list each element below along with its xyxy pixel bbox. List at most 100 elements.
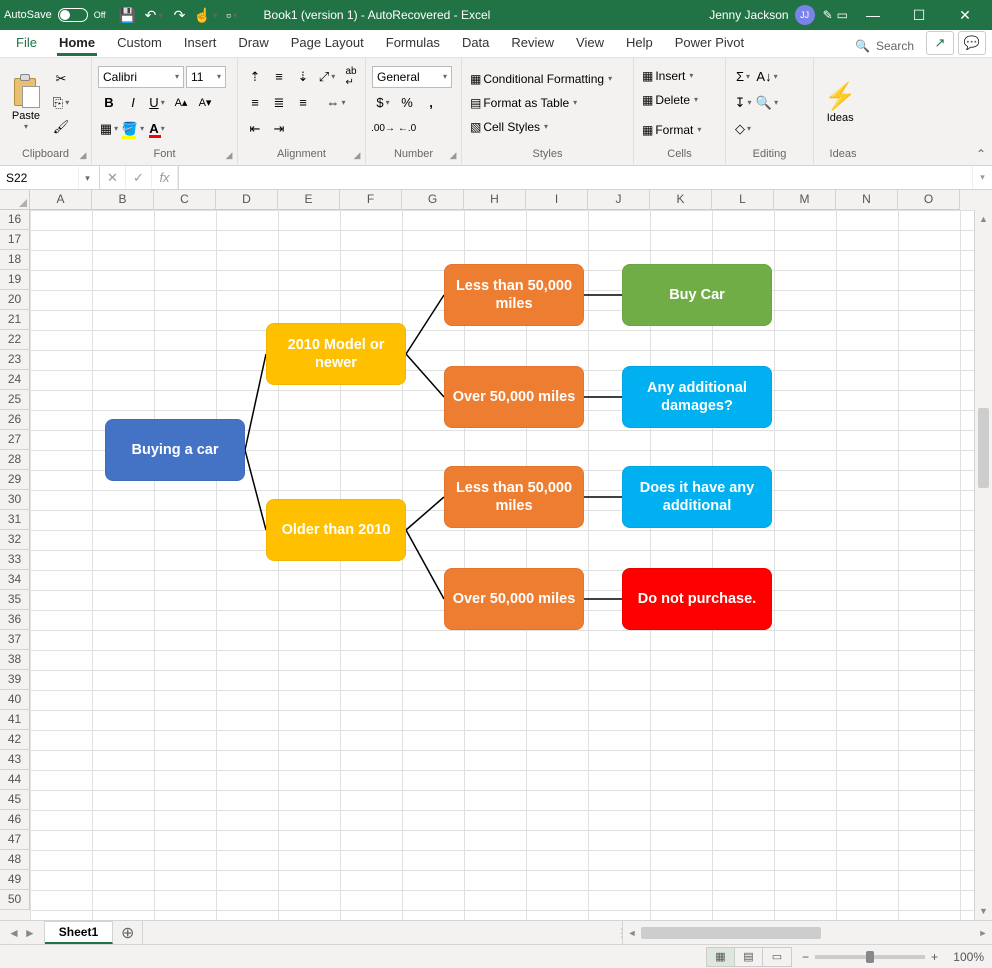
borders-icon[interactable]: ▦ (98, 118, 120, 140)
row-header-20[interactable]: 20 (0, 290, 30, 310)
column-header-E[interactable]: E (278, 190, 340, 210)
row-header-19[interactable]: 19 (0, 270, 30, 290)
vertical-scrollbar[interactable]: ▲ ▼ (974, 210, 992, 920)
column-header-M[interactable]: M (774, 190, 836, 210)
increase-font-icon[interactable]: A▴ (170, 92, 192, 114)
accounting-format-icon[interactable]: $ (372, 92, 394, 114)
tab-page-layout[interactable]: Page Layout (281, 30, 374, 57)
number-launcher-icon[interactable]: ◢ (447, 148, 459, 160)
flowchart-node-buy[interactable]: Buy Car (622, 264, 772, 326)
row-header-50[interactable]: 50 (0, 890, 30, 910)
flowchart-node-dmg[interactable]: Any additional damages? (622, 366, 772, 428)
column-header-L[interactable]: L (712, 190, 774, 210)
font-size-combo[interactable]: 11▾ (186, 66, 226, 88)
underline-icon[interactable]: U (146, 92, 168, 114)
tab-review[interactable]: Review (501, 30, 564, 57)
row-header-42[interactable]: 42 (0, 730, 30, 750)
tab-custom[interactable]: Custom (107, 30, 172, 57)
number-format-combo[interactable]: General▾ (372, 66, 452, 88)
hscroll-thumb[interactable] (641, 927, 821, 939)
align-left-icon[interactable]: ≡ (244, 92, 266, 114)
decrease-decimal-icon[interactable]: ←.0 (396, 118, 418, 140)
zoom-in-icon[interactable]: + (931, 950, 938, 964)
name-box-input[interactable] (0, 171, 78, 185)
comma-format-icon[interactable]: , (420, 92, 442, 114)
conditional-formatting-button[interactable]: ▦ Conditional Formatting (468, 70, 614, 88)
align-bottom-icon[interactable]: ⇣ (292, 66, 314, 88)
clipboard-launcher-icon[interactable]: ◢ (77, 148, 89, 160)
tab-home[interactable]: Home (49, 30, 105, 57)
align-top-icon[interactable]: ⇡ (244, 66, 266, 88)
column-header-A[interactable]: A (30, 190, 92, 210)
font-launcher-icon[interactable]: ◢ (223, 148, 235, 160)
scroll-up-icon[interactable]: ▲ (975, 210, 992, 228)
column-header-J[interactable]: J (588, 190, 650, 210)
fill-color-icon[interactable]: 🪣 (122, 118, 144, 140)
tab-formulas[interactable]: Formulas (376, 30, 450, 57)
sheet-next-icon[interactable]: ► (24, 926, 36, 940)
decrease-font-icon[interactable]: A▾ (194, 92, 216, 114)
format-cells-button[interactable]: ▦ Format (640, 121, 703, 139)
row-header-35[interactable]: 35 (0, 590, 30, 610)
scroll-left-icon[interactable]: ◄ (623, 928, 641, 938)
row-header-45[interactable]: 45 (0, 790, 30, 810)
column-header-N[interactable]: N (836, 190, 898, 210)
align-center-icon[interactable]: ≣ (268, 92, 290, 114)
search-button[interactable]: 🔍 Search (845, 35, 924, 57)
wrap-text-icon[interactable]: ab↵ (340, 66, 362, 88)
user-account[interactable]: Jenny Jackson JJ (709, 5, 814, 25)
merge-icon[interactable]: ⇔ (316, 92, 356, 114)
copy-icon[interactable]: ⎘ (50, 92, 72, 114)
row-header-28[interactable]: 28 (0, 450, 30, 470)
column-header-H[interactable]: H (464, 190, 526, 210)
row-header-17[interactable]: 17 (0, 230, 30, 250)
new-sheet-button[interactable]: ⊕ (113, 921, 143, 944)
alignment-launcher-icon[interactable]: ◢ (351, 148, 363, 160)
redo-icon[interactable]: ↷ (168, 3, 192, 27)
column-header-O[interactable]: O (898, 190, 960, 210)
row-header-32[interactable]: 32 (0, 530, 30, 550)
flowchart-node-no[interactable]: Do not purchase. (622, 568, 772, 630)
sheet-nav[interactable]: ◄► (0, 921, 45, 944)
flowchart-node-o_gt[interactable]: Over 50,000 miles (444, 568, 584, 630)
font-name-combo[interactable]: Calibri▾ (98, 66, 184, 88)
row-header-47[interactable]: 47 (0, 830, 30, 850)
close-button[interactable]: ✕ (942, 0, 988, 30)
tab-power-pivot[interactable]: Power Pivot (665, 30, 754, 57)
flowchart-node-n_lt[interactable]: Less than 50,000 miles (444, 264, 584, 326)
row-header-30[interactable]: 30 (0, 490, 30, 510)
cell-styles-button[interactable]: ▧ Cell Styles (468, 118, 550, 136)
flowchart-node-n_gt[interactable]: Over 50,000 miles (444, 366, 584, 428)
fill-icon[interactable]: ↧ (732, 92, 754, 114)
zoom-value[interactable]: 100% (944, 950, 984, 964)
formula-input[interactable] (179, 171, 972, 185)
row-header-46[interactable]: 46 (0, 810, 30, 830)
tab-view[interactable]: View (566, 30, 614, 57)
row-header-22[interactable]: 22 (0, 330, 30, 350)
row-header-23[interactable]: 23 (0, 350, 30, 370)
zoom-slider-knob[interactable] (866, 951, 874, 963)
collapse-ribbon-icon[interactable]: ⌃ (976, 147, 986, 161)
scroll-down-icon[interactable]: ▼ (975, 902, 992, 920)
sheet-prev-icon[interactable]: ◄ (8, 926, 20, 940)
row-header-37[interactable]: 37 (0, 630, 30, 650)
tab-draw[interactable]: Draw (228, 30, 278, 57)
ideas-button[interactable]: ⚡ Ideas (820, 79, 860, 126)
normal-view-icon[interactable]: ▦ (707, 948, 735, 966)
tab-file[interactable]: File (6, 30, 47, 57)
maximize-button[interactable]: ☐ (896, 0, 942, 30)
row-header-43[interactable]: 43 (0, 750, 30, 770)
row-header-25[interactable]: 25 (0, 390, 30, 410)
select-all-corner[interactable] (0, 190, 30, 210)
column-header-I[interactable]: I (526, 190, 588, 210)
vscroll-thumb[interactable] (978, 408, 989, 488)
autosave-control[interactable]: AutoSave Off (4, 8, 106, 22)
italic-icon[interactable]: I (122, 92, 144, 114)
percent-format-icon[interactable]: % (396, 92, 418, 114)
name-box[interactable]: ▾ (0, 166, 100, 189)
row-header-44[interactable]: 44 (0, 770, 30, 790)
column-header-F[interactable]: F (340, 190, 402, 210)
name-box-dropdown-icon[interactable]: ▾ (78, 167, 96, 189)
column-header-C[interactable]: C (154, 190, 216, 210)
flowchart-node-old[interactable]: Older than 2010 (266, 499, 406, 561)
